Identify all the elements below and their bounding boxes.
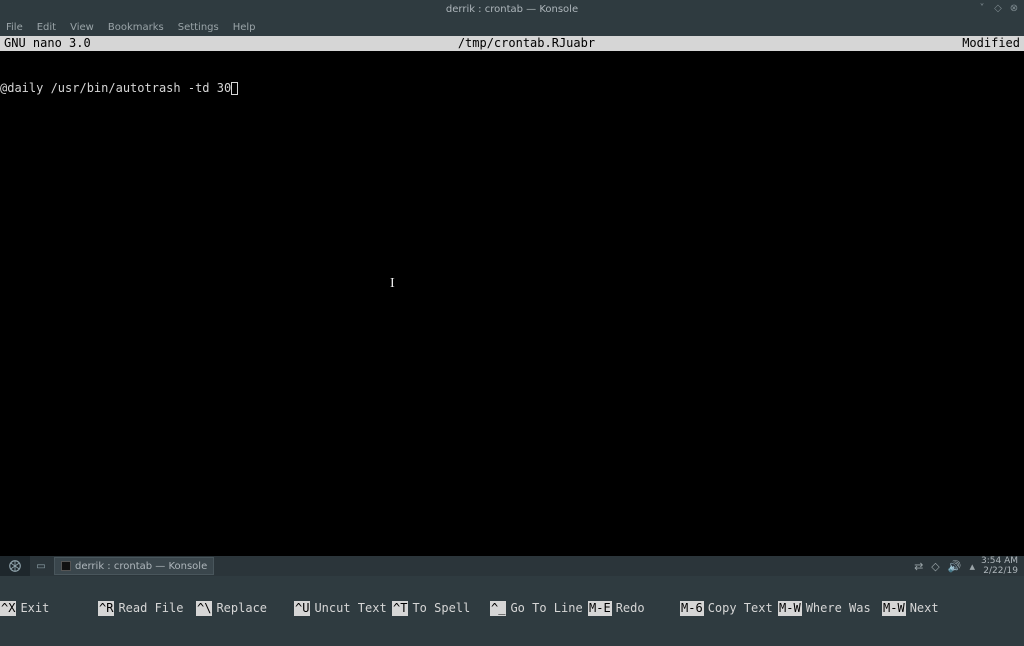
shortcut-label: Go To Line <box>506 601 585 616</box>
shortcut-key: M-W <box>778 601 802 616</box>
shortcut-next: M-WNext <box>882 601 952 616</box>
nano-footer: ^GGet Help^OWrite Out^WWhere Is^KCut Tex… <box>0 526 1024 556</box>
shortcut-key: M-E <box>588 601 612 616</box>
shortcut-key: M-W <box>882 601 906 616</box>
shortcut-label: Copy Text <box>704 601 776 616</box>
terminal[interactable]: GNU nano 3.0 /tmp/crontab.RJuabr Modifie… <box>0 36 1024 556</box>
nano-status: Modified <box>962 36 1024 51</box>
menu-help[interactable]: Help <box>233 22 256 33</box>
shortcut-to-spell: ^TTo Spell <box>392 601 490 616</box>
text-cursor <box>231 82 238 95</box>
shortcut-label: To Spell <box>408 601 473 616</box>
shortcut-uncut-text: ^UUncut Text <box>294 601 392 616</box>
editor-content[interactable]: @daily /usr/bin/autotrash -td 30 <box>0 51 1024 126</box>
menu-bookmarks[interactable]: Bookmarks <box>108 22 164 33</box>
shortcut-label: Exit <box>16 601 52 616</box>
shortcut-key: ^\ <box>196 601 212 616</box>
minimize-icon[interactable]: ˅ <box>976 2 988 14</box>
close-icon[interactable]: ⊗ <box>1008 2 1020 14</box>
menu-file[interactable]: File <box>6 22 23 33</box>
nano-version: GNU nano 3.0 <box>0 36 91 51</box>
shortcut-key: ^U <box>294 601 310 616</box>
taskbar-item-konsole[interactable]: derrik : crontab — Konsole <box>54 557 214 575</box>
wifi-icon[interactable]: ◇ <box>931 560 939 573</box>
clock-time: 3:54 AM <box>981 556 1018 566</box>
tray-chevron-icon[interactable]: ▴ <box>969 560 975 573</box>
shortcut-key: ^T <box>392 601 408 616</box>
window-title: derrik : crontab — Konsole <box>446 4 578 15</box>
system-tray: ⇄ ◇ 🔊 ▴ <box>914 560 981 573</box>
app-menubar: File Edit View Bookmarks Settings Help <box>0 18 1024 36</box>
shortcut-copy-text: M-6Copy Text <box>680 601 778 616</box>
shortcut-where-was: M-WWhere Was <box>778 601 882 616</box>
shortcut-key: ^X <box>0 601 16 616</box>
start-button[interactable] <box>0 556 30 576</box>
shortcut-label: Redo <box>612 601 648 616</box>
shortcut-redo: M-ERedo <box>588 601 680 616</box>
konsole-icon <box>61 561 71 571</box>
shortcut-label: Next <box>906 601 942 616</box>
shortcut-label: Replace <box>212 601 270 616</box>
editor-line-1: @daily /usr/bin/autotrash -td 30 <box>0 81 231 95</box>
shortcut-label: Read File <box>114 601 186 616</box>
shortcut-key: M-6 <box>680 601 704 616</box>
maximize-icon[interactable]: ◇ <box>992 2 1004 14</box>
clock-date: 2/22/19 <box>981 566 1018 576</box>
clock[interactable]: 3:54 AM 2/22/19 <box>981 556 1024 576</box>
shortcut-exit: ^XExit <box>0 601 98 616</box>
shortcut-label: Uncut Text <box>310 601 389 616</box>
shortcut-key: ^R <box>98 601 114 616</box>
show-desktop-button[interactable]: ▭ <box>32 557 50 575</box>
taskbar: ▭ derrik : crontab — Konsole ⇄ ◇ 🔊 ▴ 3:5… <box>0 556 1024 576</box>
menu-edit[interactable]: Edit <box>37 22 56 33</box>
tray-icon-1[interactable]: ⇄ <box>914 560 923 573</box>
shortcut-key: ^_ <box>490 601 506 616</box>
taskbar-item-label: derrik : crontab — Konsole <box>75 561 207 572</box>
shortcut-label: Where Was <box>802 601 874 616</box>
menu-settings[interactable]: Settings <box>178 22 219 33</box>
volume-icon[interactable]: 🔊 <box>948 560 962 573</box>
shortcut-go-to-line: ^_Go To Line <box>490 601 588 616</box>
window-titlebar: derrik : crontab — Konsole ˅ ◇ ⊗ <box>0 0 1024 18</box>
shortcut-read-file: ^RRead File <box>98 601 196 616</box>
nano-header: GNU nano 3.0 /tmp/crontab.RJuabr Modifie… <box>0 36 1024 51</box>
nano-filename: /tmp/crontab.RJuabr <box>91 36 963 51</box>
shortcut-replace: ^\Replace <box>196 601 294 616</box>
menu-view[interactable]: View <box>70 22 94 33</box>
kde-logo-icon <box>8 559 22 573</box>
mouse-ibeam-cursor: I <box>390 276 395 291</box>
